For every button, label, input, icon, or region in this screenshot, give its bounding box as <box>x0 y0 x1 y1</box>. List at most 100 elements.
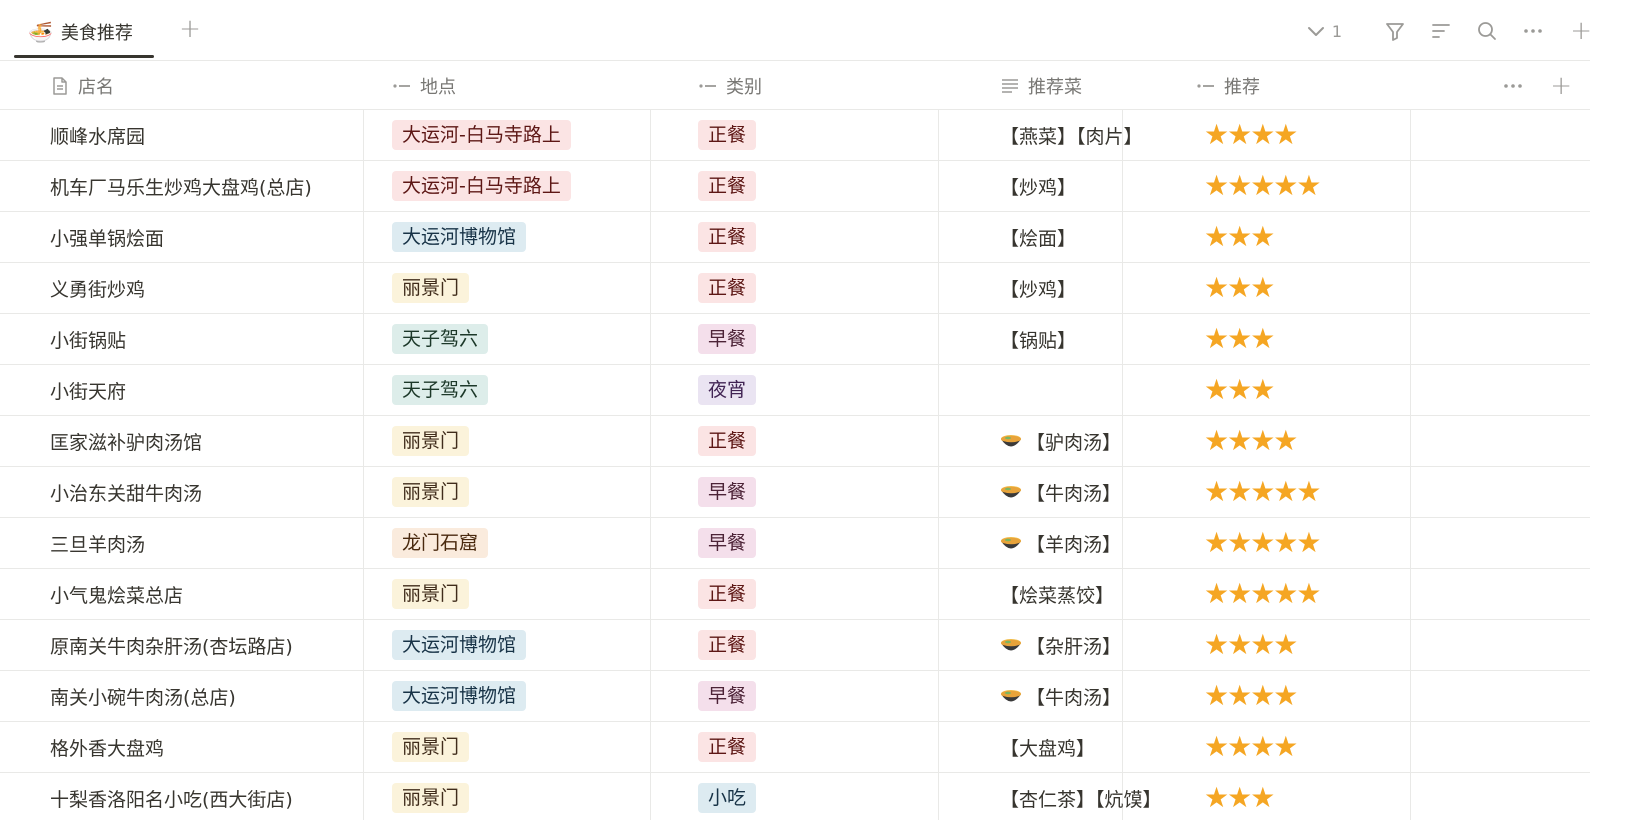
column-header-category[interactable]: 类别 <box>698 61 762 110</box>
location-cell[interactable]: 丽景门 <box>392 263 682 313</box>
rating-cell[interactable]: ★★★ <box>1204 773 1484 820</box>
dish-cell[interactable] <box>1000 365 1182 415</box>
dish-cell[interactable]: 【杏仁茶】【炕馍】 <box>1000 773 1182 820</box>
dish-cell[interactable]: 【驴肉汤】 <box>1000 416 1182 466</box>
add-column-button[interactable]: + <box>1550 61 1572 110</box>
dish-cell[interactable]: 【锅贴】 <box>1000 314 1182 364</box>
category-cell[interactable]: 正餐 <box>698 620 988 670</box>
shop-name-cell[interactable]: 小强单锅烩面 <box>50 212 380 262</box>
category-cell[interactable]: 夜宵 <box>698 365 988 415</box>
table-row[interactable]: 十梨香洛阳名小吃(西大街店) 丽景门 小吃 【杏仁茶】【炕馍】 ★★★ <box>0 773 1590 820</box>
rating-cell[interactable]: ★★★★ <box>1204 110 1484 160</box>
table-row[interactable]: 南关小碗牛肉汤(总店) 大运河博物馆 早餐 【牛肉汤】 ★★★★ <box>0 671 1590 722</box>
category-cell[interactable]: 小吃 <box>698 773 988 820</box>
table-row[interactable]: 格外香大盘鸡 丽景门 正餐 【大盘鸡】 ★★★★ <box>0 722 1590 773</box>
table-row[interactable]: 小强单锅烩面 大运河博物馆 正餐 【烩面】 ★★★ <box>0 212 1590 263</box>
shop-name-cell[interactable]: 格外香大盘鸡 <box>50 722 380 772</box>
rating-cell[interactable]: ★★★★★ <box>1204 569 1484 619</box>
category-cell[interactable]: 正餐 <box>698 569 988 619</box>
location-cell[interactable]: 大运河-白马寺路上 <box>392 110 682 160</box>
table-row[interactable]: 义勇街炒鸡 丽景门 正餐 【炒鸡】 ★★★ <box>0 263 1590 314</box>
category-cell[interactable]: 正餐 <box>698 161 988 211</box>
shop-name-cell[interactable]: 南关小碗牛肉汤(总店) <box>50 671 380 721</box>
category-cell[interactable]: 正餐 <box>698 212 988 262</box>
rating-cell[interactable]: ★★★ <box>1204 314 1484 364</box>
shop-name-cell[interactable]: 顺峰水席园 <box>50 110 380 160</box>
rating-cell[interactable]: ★★★★★ <box>1204 467 1484 517</box>
table-row[interactable]: 顺峰水席园 大运河-白马寺路上 正餐 【燕菜】【肉片】 ★★★★ <box>0 110 1590 161</box>
shop-name-cell[interactable]: 小气鬼烩菜总店 <box>50 569 380 619</box>
location-cell[interactable]: 大运河博物馆 <box>392 212 682 262</box>
location-cell[interactable]: 丽景门 <box>392 467 682 517</box>
dish-cell[interactable]: 【炒鸡】 <box>1000 161 1182 211</box>
location-cell[interactable]: 丽景门 <box>392 569 682 619</box>
shop-name-cell[interactable]: 小街锅贴 <box>50 314 380 364</box>
category-cell[interactable]: 早餐 <box>698 518 988 568</box>
dish-cell[interactable]: 【牛肉汤】 <box>1000 671 1182 721</box>
category-cell[interactable]: 正餐 <box>698 263 988 313</box>
category-cell[interactable]: 早餐 <box>698 467 988 517</box>
column-header-name[interactable]: 店名 <box>50 61 114 110</box>
category-cell[interactable]: 早餐 <box>698 671 988 721</box>
category-cell[interactable]: 正餐 <box>698 416 988 466</box>
column-header-location[interactable]: 地点 <box>392 61 456 110</box>
location-cell[interactable]: 丽景门 <box>392 416 682 466</box>
table-row[interactable]: 三旦羊肉汤 龙门石窟 早餐 【羊肉汤】 ★★★★★ <box>0 518 1590 569</box>
shop-name-cell[interactable]: 十梨香洛阳名小吃(西大街店) <box>50 773 380 820</box>
location-cell[interactable]: 龙门石窟 <box>392 518 682 568</box>
category-cell[interactable]: 早餐 <box>698 314 988 364</box>
new-item-button[interactable]: + <box>1570 16 1592 46</box>
rating-cell[interactable]: ★★★ <box>1204 212 1484 262</box>
table-row[interactable]: 小街天府 天子驾六 夜宵 ★★★ <box>0 365 1590 416</box>
column-options-button[interactable] <box>1502 61 1524 110</box>
table-row[interactable]: 机车厂马乐生炒鸡大盘鸡(总店) 大运河-白马寺路上 正餐 【炒鸡】 ★★★★★ <box>0 161 1590 212</box>
location-cell[interactable]: 大运河博物馆 <box>392 671 682 721</box>
category-cell[interactable]: 正餐 <box>698 110 988 160</box>
table-row[interactable]: 匡家滋补驴肉汤馆 丽景门 正餐 【驴肉汤】 ★★★★ <box>0 416 1590 467</box>
shop-name-cell[interactable]: 原南关牛肉杂肝汤(杏坛路店) <box>50 620 380 670</box>
column-header-rating[interactable]: 推荐 <box>1196 61 1260 110</box>
location-cell[interactable]: 丽景门 <box>392 722 682 772</box>
table-row[interactable]: 小治东关甜牛肉汤 丽景门 早餐 【牛肉汤】 ★★★★★ <box>0 467 1590 518</box>
dish-cell[interactable]: 【烩面】 <box>1000 212 1182 262</box>
rating-cell[interactable]: ★★★★ <box>1204 722 1484 772</box>
shop-name-cell[interactable]: 机车厂马乐生炒鸡大盘鸡(总店) <box>50 161 380 211</box>
shop-name-cell[interactable]: 义勇街炒鸡 <box>50 263 380 313</box>
table-row[interactable]: 小气鬼烩菜总店 丽景门 正餐 【烩菜蒸饺】 ★★★★★ <box>0 569 1590 620</box>
shop-name-cell[interactable]: 小街天府 <box>50 365 380 415</box>
shop-name-cell[interactable]: 小治东关甜牛肉汤 <box>50 467 380 517</box>
location-cell[interactable]: 天子驾六 <box>392 314 682 364</box>
dish-cell[interactable]: 【炒鸡】 <box>1000 263 1182 313</box>
shop-name-cell[interactable]: 匡家滋补驴肉汤馆 <box>50 416 380 466</box>
rating-cell[interactable]: ★★★★ <box>1204 671 1484 721</box>
location-cell[interactable]: 天子驾六 <box>392 365 682 415</box>
dish-cell[interactable]: 【牛肉汤】 <box>1000 467 1182 517</box>
rating-cell[interactable]: ★★★ <box>1204 263 1484 313</box>
sort-button[interactable] <box>1426 16 1456 46</box>
shop-name-cell[interactable]: 三旦羊肉汤 <box>50 518 380 568</box>
table-row[interactable]: 小街锅贴 天子驾六 早餐 【锅贴】 ★★★ <box>0 314 1590 365</box>
location-cell[interactable]: 大运河博物馆 <box>392 620 682 670</box>
category-cell[interactable]: 正餐 <box>698 722 988 772</box>
group-toggle-button[interactable]: 1 <box>1306 16 1364 46</box>
dish-cell[interactable]: 【大盘鸡】 <box>1000 722 1182 772</box>
location-cell[interactable]: 大运河-白马寺路上 <box>392 161 682 211</box>
search-button[interactable] <box>1472 16 1502 46</box>
add-view-button[interactable]: + <box>176 16 204 44</box>
rating-cell[interactable]: ★★★★★ <box>1204 161 1484 211</box>
column-header-dish[interactable]: 推荐菜 <box>1000 61 1082 110</box>
star-rating: ★★★ <box>1204 322 1275 355</box>
rating-cell[interactable]: ★★★★ <box>1204 416 1484 466</box>
rating-cell[interactable]: ★★★ <box>1204 365 1484 415</box>
dish-cell[interactable]: 【烩菜蒸饺】 <box>1000 569 1182 619</box>
dish-cell[interactable]: 【羊肉汤】 <box>1000 518 1182 568</box>
location-cell[interactable]: 丽景门 <box>392 773 682 820</box>
rating-cell[interactable]: ★★★★★ <box>1204 518 1484 568</box>
filter-button[interactable] <box>1380 16 1410 46</box>
dish-cell[interactable]: 【燕菜】【肉片】 <box>1000 110 1182 160</box>
table-row[interactable]: 原南关牛肉杂肝汤(杏坛路店) 大运河博物馆 正餐 【杂肝汤】 ★★★★ <box>0 620 1590 671</box>
rating-cell[interactable]: ★★★★ <box>1204 620 1484 670</box>
view-tab-food[interactable]: 🍜 美食推荐 <box>16 14 145 50</box>
more-options-button[interactable] <box>1518 16 1548 46</box>
dish-cell[interactable]: 【杂肝汤】 <box>1000 620 1182 670</box>
